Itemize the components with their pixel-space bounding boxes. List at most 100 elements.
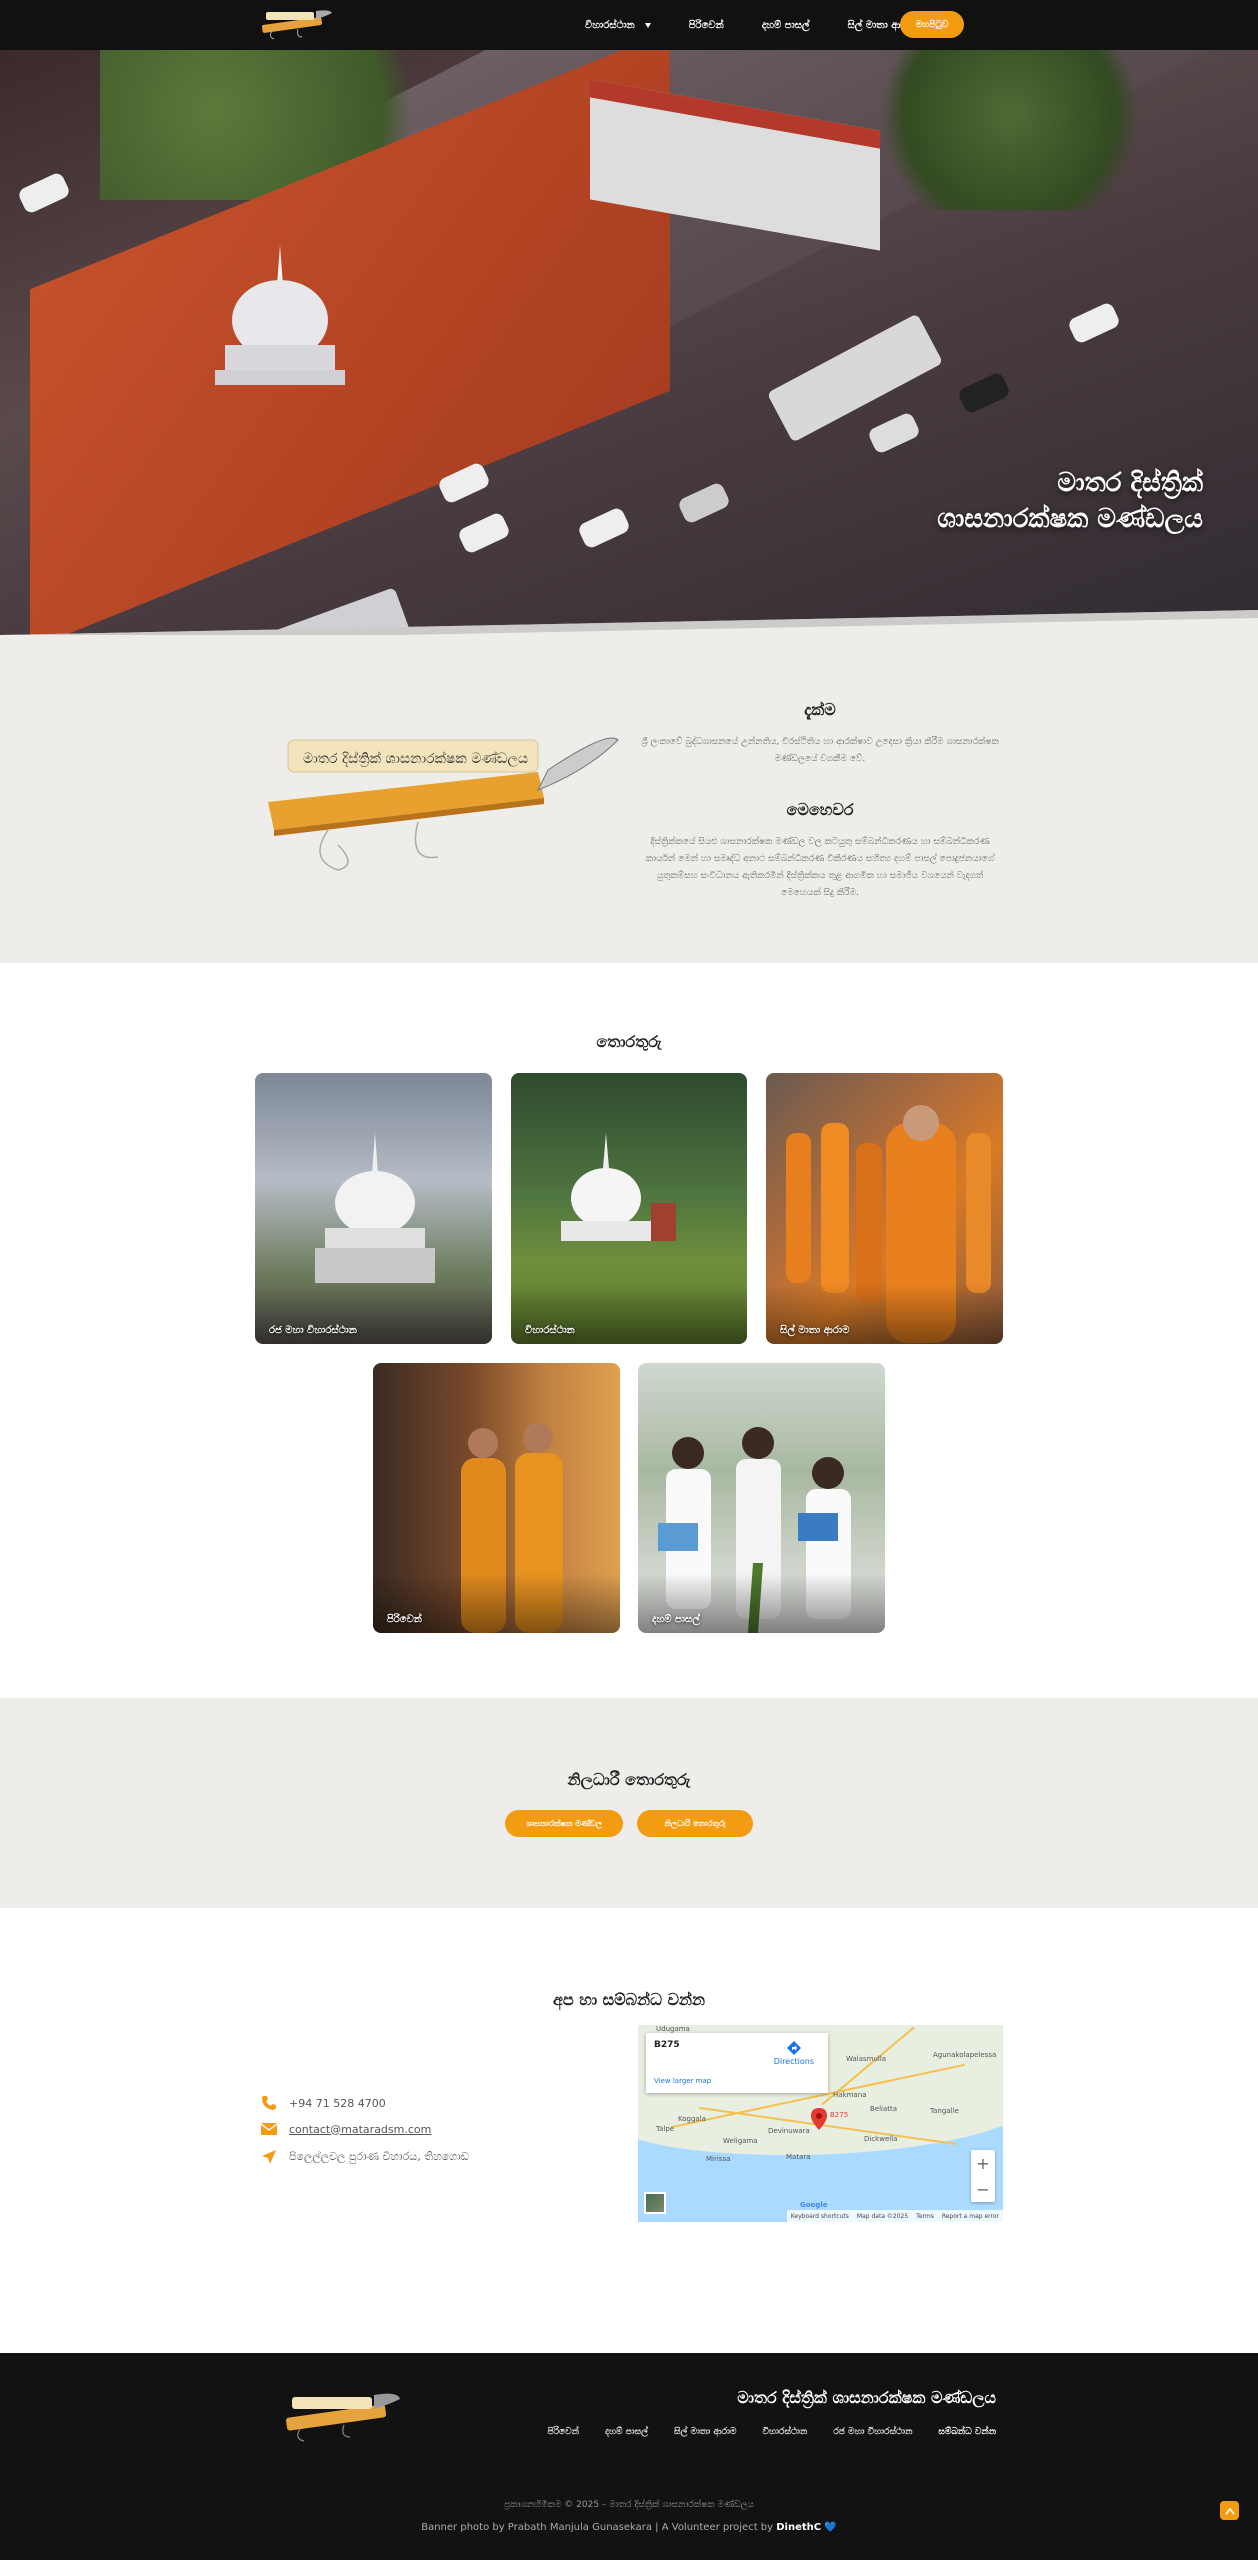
nav-item-label: විහාරස්ථාන [585,19,635,31]
hero-car [866,411,922,455]
map-place-label: Devinuwara [768,2127,810,2135]
google-logo: Google [800,2201,828,2209]
hero-title-line: මාතර දිස්ත්‍රික් [1057,468,1203,498]
nav-item-pirivena[interactable]: පිරිවෙන් [689,20,724,31]
map-place-label: Hakmana [833,2091,867,2099]
hero-banner: මාතර දිස්ත්‍රික් ශාසනාරක්ෂක මණ්ඩලය [0,50,1258,665]
hero-bus [766,313,944,443]
card-label: සිල් මාතා ආරාම [780,1325,850,1336]
map-pin-label: B275 [830,2111,849,2119]
card-nunneries[interactable]: සිල් මාතා ආරාම [766,1073,1003,1344]
councils-button[interactable]: ශාසනාරක්ෂක මණ්ඩල [505,1810,623,1837]
footer: මාතර දිස්ත්‍රික් ශාසනාරක්ෂක මණ්ඩලය පිරිව… [0,2353,1258,2560]
credit-author-link[interactable]: DinethC [776,2522,821,2533]
view-larger-map-link[interactable]: View larger map [654,2077,711,2085]
card-label: රජ මහා විහාරස්ථාන [269,1325,357,1336]
about-section: මාතර දිස්ත්‍රික් ශාසනාරක්ෂක මණ්ඩලය දැක්ම… [0,635,1258,963]
officials-title: නිලධාරී තොරතුරු [567,1770,691,1789]
chevron-up-icon [1224,2507,1235,2514]
ola-leaf-scroll-image: මාතර දිස්ත්‍රික් ශාසනාරක්ෂක මණ්ඩලය [268,737,619,871]
keyboard-shortcuts-link[interactable]: Keyboard shortcuts [791,2213,849,2220]
mission-block: මෙහෙවර දිස්ත්‍රික්කයේ සියළු ශාසනාරක්ෂක ම… [640,800,1000,902]
email-link[interactable]: contact@mataradsm.com [289,2123,431,2136]
contact-title: අප හා සම්බන්ධ වන්න [552,1990,706,2009]
nav-item-label: පිරිවෙන් [688,19,724,31]
envelope-icon [261,2121,277,2137]
zoom-out-button[interactable]: − [971,2176,995,2202]
zoom-in-button[interactable]: + [971,2150,995,2176]
officials-section: නිලධාරී තොරතුරු ශාසනාරක්ෂක මණ්ඩල නිලධාරි… [0,1698,1258,1908]
stupa-image [315,1133,435,1283]
vision-text: ශ්‍රී ලංකාවේ බුද්ධශාසනයේ උන්නතිය, චිරස්ථ… [641,737,999,764]
contact-address: පිලෙල්ලවල පුරාණ විහාරය, තිහගොඩ [261,2149,469,2165]
chevron-down-icon [644,22,651,28]
hero-car [1066,301,1122,345]
contact-phone: +94 71 528 4700 [261,2095,386,2111]
footer-links: පිරිවෙන් දහම් පාසල් සිල් මාතා ආරාම විහාර… [548,2427,996,2437]
map-place-name: B275 [654,2040,680,2050]
heart-icon: 💙 [824,2522,837,2533]
card-label: විහාරස්ථාන [525,1325,575,1336]
vision-title: දැක්ම [804,700,836,719]
terms-link[interactable]: Terms [916,2213,934,2220]
nav-item-temples[interactable]: විහාරස්ථාන [585,20,651,31]
phone-icon [261,2095,277,2111]
top-nav: විහාරස්ථාන පිරිවෙන් දහම් පාසල් සිල් මාතා… [0,0,1258,50]
back-to-top-button[interactable] [1220,2501,1239,2520]
directions-label: Directions [773,2057,814,2066]
places-title: තොරතුරු [596,1032,662,1051]
map-place-label: Walasmulla [846,2055,887,2063]
directions-link[interactable]: Directions [774,2041,814,2066]
map-zoom-controls: + − [971,2150,995,2202]
stupa-image [561,1133,676,1241]
footer-link-royal-temples[interactable]: රජ මහා විහාරස්ථාන [833,2427,912,2437]
mission-text: දිස්ත්‍රික්කයේ සියළු ශාසනාරක්ෂක මණ්ඩල වල… [645,837,995,898]
site-logo[interactable] [258,7,334,41]
copyright: ප්‍රකාශනහිමිකම © 2025 – මාතර දිස්ත්‍රික්… [504,2500,754,2510]
map-data-text: Map data ©2025 [856,2212,909,2220]
hero-car [16,171,72,215]
credit: Banner photo by Prabath Manjula Gunaseka… [0,2522,1258,2533]
map-place-label: Mirissa [706,2155,731,2163]
card-pirivena[interactable]: පිරිවෙන් [373,1363,620,1633]
satellite-toggle[interactable] [644,2192,666,2214]
map-place-label: Beliatta [870,2105,898,2113]
stupa-image [215,245,345,385]
map-place-label: Tangalle [930,2107,959,2115]
embedded-map[interactable]: Udugama Walasmulla Agunakolapelessa Hakm… [638,2025,1003,2222]
map-place-label: Talpe [656,2125,675,2133]
scroll-caption: මාතර දිස්ත්‍රික් ශාසනාරක්ෂක මණ්ඩලය [303,751,528,768]
hero-trees [860,50,1160,210]
hero-title: මාතර දිස්ත්‍රික් ශාසනාරක්ෂක මණ්ඩලය [937,465,1203,537]
hero-car [456,511,512,555]
footer-link-nunneries[interactable]: සිල් මාතා ආරාම [674,2427,736,2437]
hero-car [576,506,632,550]
map-pin-icon[interactable] [811,2108,827,2130]
mission-title: මෙහෙවර [786,800,854,819]
credit-text: Banner photo by Prabath Manjula Gunaseka… [421,2522,774,2533]
home-button[interactable]: මහපිටුව [900,11,964,38]
official-info-button[interactable]: නිලධාරි තොරතුරු [637,1810,753,1837]
hero-car [676,481,732,525]
map-attribution: Keyboard shortcuts Map data ©2025 Terms … [786,2210,1003,2222]
map-place-label: Dickwella [864,2135,898,2143]
nav-item-dhamma-schools[interactable]: දහම් පාසල් [762,20,810,31]
footer-logo[interactable] [278,2389,402,2445]
card-label: දහම් පාසල් [652,1614,700,1625]
map-place-label: Koggala [678,2115,706,2123]
map-place-label: Matara [786,2153,811,2161]
footer-link-pirivena[interactable]: පිරිවෙන් [548,2427,579,2437]
contact-email: contact@mataradsm.com [261,2121,431,2137]
card-temples[interactable]: විහාරස්ථාන [511,1073,747,1344]
card-royal-temples[interactable]: රජ මහා විහාරස්ථාන [255,1073,492,1344]
report-error-link[interactable]: Report a map error [942,2213,999,2220]
footer-link-temples[interactable]: විහාරස්ථාන [763,2427,808,2437]
card-dhamma-schools[interactable]: දහම් පාසල් [638,1363,885,1633]
hero-title-line: ශාසනාරක්ෂක මණ්ඩලය [937,504,1203,534]
footer-link-contact[interactable]: සම්බන්ධ වන්න [938,2427,996,2437]
map-place-label: Udugama [656,2025,690,2033]
map-info-card: B275 Directions View larger map [646,2033,828,2093]
footer-link-dhamma-schools[interactable]: දහම් පාසල් [605,2427,648,2437]
address-text: පිලෙල්ලවල පුරාණ විහාරය, තිහගොඩ [289,2150,469,2163]
nav-item-label: දහම් පාසල් [761,19,810,31]
